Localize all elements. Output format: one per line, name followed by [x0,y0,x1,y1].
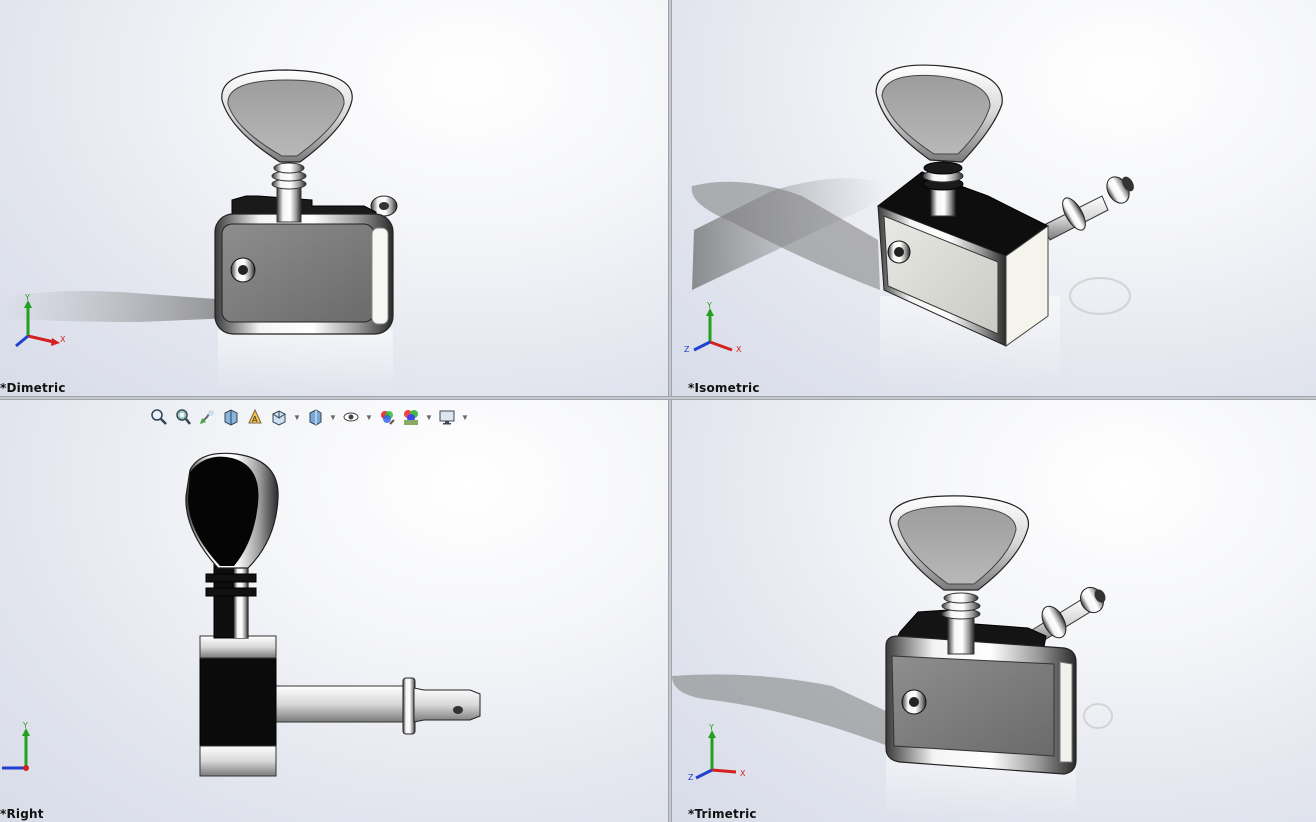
view-label-dimetric: *Dimetric [0,381,66,395]
viewport-isometric[interactable]: Y X Z *Isometric [672,0,1316,396]
coordinate-triad: Y X Z [688,723,746,782]
view-label-trimetric: *Trimetric [688,807,757,821]
triad-z-label: Z [684,345,690,354]
tuner-model-right[interactable] [0,400,668,822]
tuner-model-dimetric[interactable] [0,0,668,396]
viewport-vertical-splitter[interactable] [668,0,672,822]
triad-x-label: X [736,345,742,354]
view-label-right: *Right [0,807,44,821]
triad-y-label: Y [22,721,28,730]
viewport-horizontal-splitter[interactable] [0,396,1316,400]
tuner-model-trimetric[interactable] [672,400,1316,822]
triad-y-label: Y [708,723,714,732]
coordinate-triad: Y X Z [684,301,742,354]
triad-x-label: X [60,335,66,344]
triad-x-label: X [740,769,746,778]
tuner-model-isometric[interactable] [672,0,1316,396]
viewport-dimetric[interactable]: Y X *Dimetric [0,0,668,396]
coordinate-triad: Y [2,721,30,771]
viewport-right[interactable]: A ▼ ▼ ▼ ▼ ▼ Y *Right [0,400,668,822]
triad-z-label: Z [688,773,694,782]
triad-y-label: Y [24,293,30,302]
viewport-trimetric[interactable]: Y X Z *Trimetric [672,400,1316,822]
view-label-isometric: *Isometric [688,381,760,395]
coordinate-triad: Y X [15,293,66,348]
triad-y-label: Y [706,301,712,310]
